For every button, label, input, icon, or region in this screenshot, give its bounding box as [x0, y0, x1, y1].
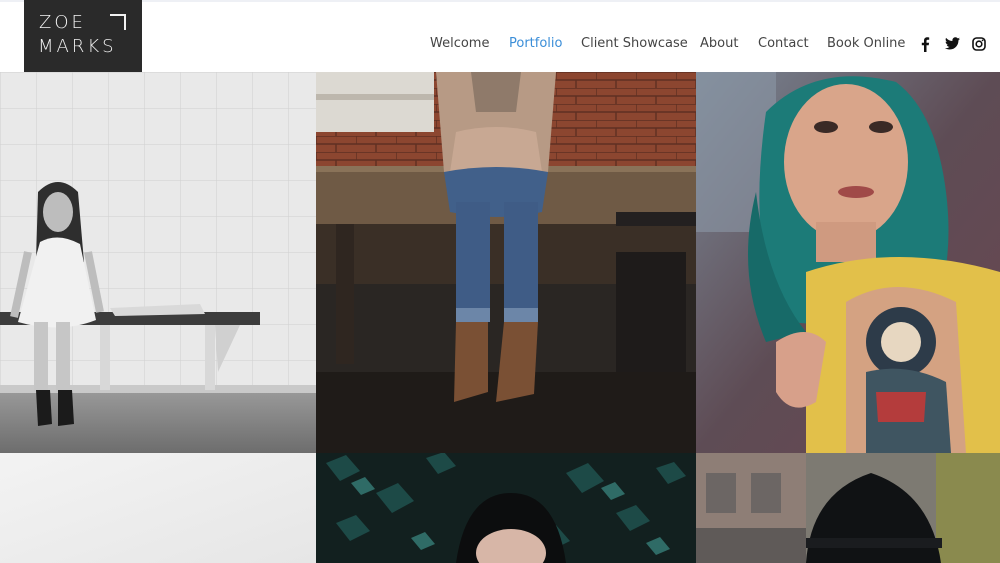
woman-teal-hair-tattoo-photo[interactable]	[696, 72, 1000, 453]
woman-in-ivy-photo[interactable]	[316, 453, 696, 563]
nav-welcome[interactable]: Welcome	[430, 36, 489, 51]
instagram-icon[interactable]	[972, 37, 986, 51]
logo-corner-mark	[110, 14, 126, 30]
logo-line-2: MARKS	[38, 36, 117, 57]
twitter-icon[interactable]	[945, 37, 960, 50]
site-logo[interactable]: ZOE MARKS	[24, 0, 142, 72]
woman-on-bench-bw-photo[interactable]	[0, 72, 316, 453]
nav-client-showcase[interactable]: Client Showcase	[581, 36, 688, 51]
header-top-border	[0, 0, 1000, 2]
woman-sitting-on-table-photo[interactable]	[316, 72, 696, 453]
nav-portfolio[interactable]: Portfolio	[509, 36, 562, 51]
logo-line-1: ZOE	[39, 12, 86, 33]
person-black-hat-photo[interactable]	[696, 453, 1000, 563]
facebook-icon[interactable]	[920, 37, 930, 52]
white-wall-photo[interactable]	[0, 453, 316, 563]
nav-contact[interactable]: Contact	[758, 36, 809, 51]
site-header: ZOE MARKS Welcome Portfolio Client Showc…	[0, 0, 1000, 72]
nav-book-online[interactable]: Book Online	[827, 36, 905, 51]
nav-about[interactable]: About	[700, 36, 738, 51]
